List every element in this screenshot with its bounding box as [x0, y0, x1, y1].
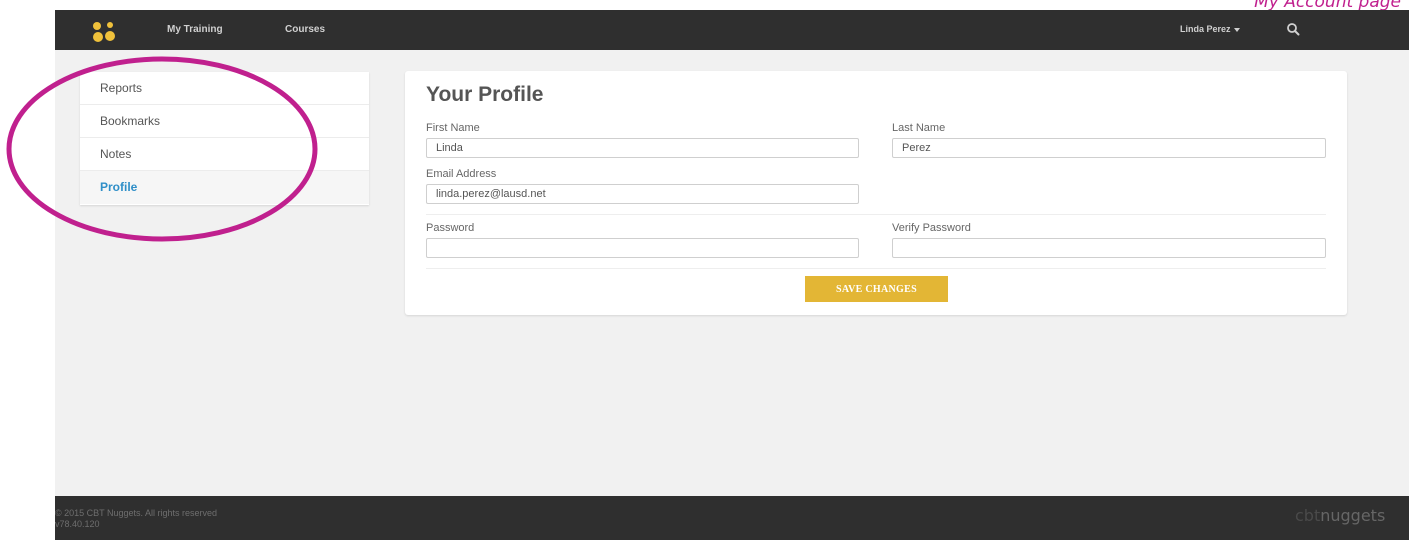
copyright-line: © 2015 CBT Nuggets. All rights reserved	[55, 508, 218, 518]
profile-card: Your Profile First Name Last Name Email …	[405, 71, 1347, 315]
account-sidebar: Reports Bookmarks Notes Profile	[80, 72, 369, 205]
user-name: Linda Perez	[1180, 24, 1231, 34]
logo-icon[interactable]	[91, 21, 117, 43]
email-label: Email Address	[426, 168, 497, 180]
verify-password-field[interactable]	[892, 238, 1326, 258]
nav-my-training[interactable]: My Training	[167, 24, 223, 35]
copyright-text: © 2015 CBT Nuggets. All rights reserved …	[55, 508, 217, 530]
footer: © 2015 CBT Nuggets. All rights reserved …	[55, 496, 1409, 540]
page-title: Your Profile	[426, 83, 544, 106]
sidebar-item-notes[interactable]: Notes	[80, 138, 369, 171]
password-label: Password	[426, 222, 475, 234]
footer-logo-prefix: cbt	[1295, 506, 1321, 525]
last-name-field[interactable]	[892, 138, 1326, 158]
last-name-label: Last Name	[892, 122, 946, 134]
sidebar-item-bookmarks[interactable]: Bookmarks	[80, 105, 369, 138]
footer-logo-word: nuggets	[1320, 506, 1386, 525]
sidebar-item-profile[interactable]: Profile	[80, 171, 369, 204]
search-icon[interactable]	[1286, 22, 1300, 36]
first-name-label: First Name	[426, 122, 480, 134]
top-navbar: My Training Courses Linda Perez	[55, 10, 1409, 50]
divider	[426, 214, 1326, 215]
app-window: My Training Courses Linda Perez Reports …	[55, 10, 1409, 540]
user-menu[interactable]: Linda Perez	[1180, 24, 1240, 34]
verify-password-label: Verify Password	[892, 222, 971, 234]
save-changes-button[interactable]: SAVE CHANGES	[805, 276, 948, 302]
sidebar-item-reports[interactable]: Reports	[80, 72, 369, 105]
email-field[interactable]	[426, 184, 859, 204]
password-field[interactable]	[426, 238, 859, 258]
footer-logo: cbtnuggets	[1295, 506, 1385, 525]
chevron-down-icon	[1233, 27, 1240, 32]
nav-courses[interactable]: Courses	[285, 24, 325, 35]
version-line: v78.40.120	[55, 519, 100, 529]
first-name-field[interactable]	[426, 138, 859, 158]
divider	[426, 268, 1326, 269]
